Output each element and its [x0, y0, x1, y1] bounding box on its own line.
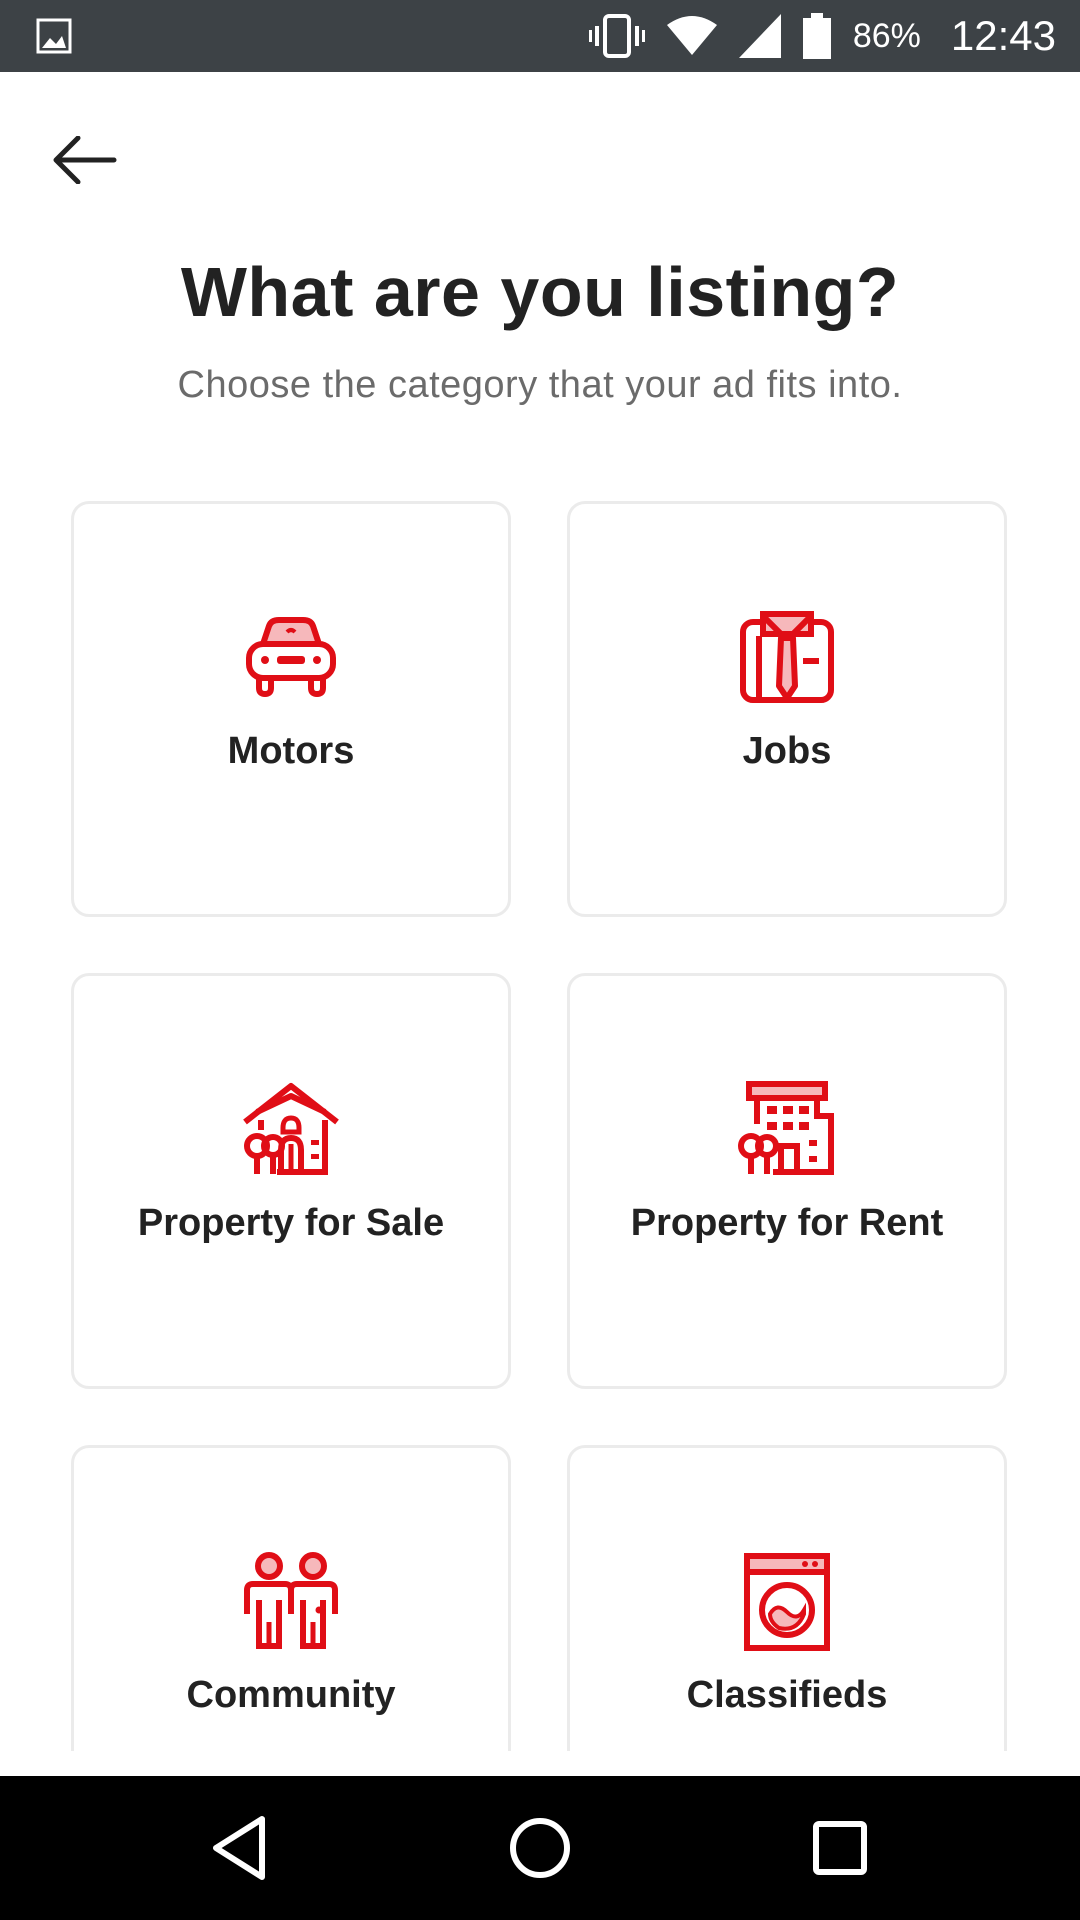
category-label: Property for Rent	[630, 1202, 944, 1244]
category-label: Property for Sale	[137, 1202, 445, 1244]
arrow-left-icon	[53, 136, 117, 184]
image-notification-icon	[36, 18, 72, 54]
category-label: Jobs	[742, 730, 832, 772]
category-card-property-for-rent[interactable]: Property for Rent	[567, 973, 1007, 1389]
recents-square-icon	[813, 1821, 867, 1875]
category-card-motors[interactable]: Motors	[71, 501, 511, 917]
nav-recents-button[interactable]	[798, 1806, 882, 1890]
nav-back-button[interactable]	[198, 1806, 282, 1890]
clock: 12:43	[950, 12, 1056, 59]
category-card-community[interactable]: Community	[71, 1445, 511, 1751]
shirt-tie-icon	[740, 611, 834, 703]
category-card-jobs[interactable]: Jobs	[567, 501, 1007, 917]
back-button[interactable]	[40, 120, 130, 200]
battery-percent: 86%	[852, 16, 921, 55]
home-circle-icon	[510, 1818, 570, 1878]
house-icon	[243, 1083, 339, 1175]
status-bar: 86% 12:43	[0, 0, 1080, 72]
category-grid: Motors Jobs Property for Sale Property f…	[71, 501, 1010, 1751]
cellular-signal-icon	[738, 14, 781, 58]
vibrate-icon	[588, 14, 645, 58]
status-icons: 86% 12:43	[588, 0, 1056, 72]
category-label: Community	[186, 1674, 396, 1716]
category-label: Motors	[227, 730, 355, 772]
apartment-building-icon	[738, 1081, 834, 1175]
category-card-classifieds[interactable]: Classifieds	[567, 1445, 1007, 1751]
car-icon	[246, 617, 336, 698]
back-triangle-icon	[213, 1816, 265, 1880]
page-subtitle: Choose the category that your ad fits in…	[177, 364, 903, 406]
people-icon	[244, 1552, 338, 1649]
nav-home-button[interactable]	[498, 1806, 582, 1890]
wifi-icon	[666, 15, 717, 57]
battery-icon	[802, 13, 831, 59]
category-card-property-for-sale[interactable]: Property for Sale	[71, 973, 511, 1389]
category-label: Classifieds	[686, 1674, 888, 1716]
page-title: What are you listing?	[180, 253, 900, 331]
system-nav-bar	[0, 1776, 1080, 1920]
washing-machine-icon	[744, 1553, 830, 1651]
